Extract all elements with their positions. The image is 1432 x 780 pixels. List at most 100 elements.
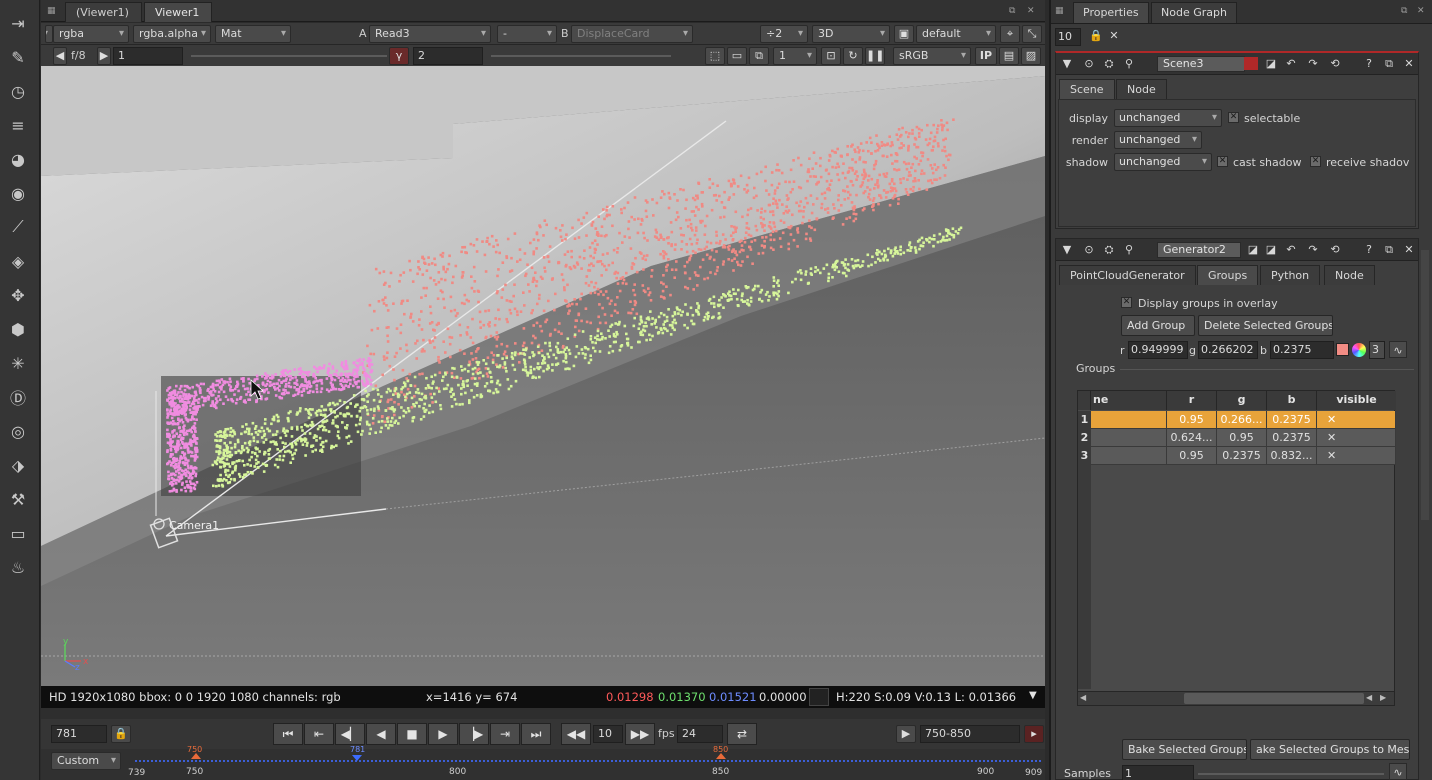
gamma-slider[interactable] (491, 55, 671, 57)
help-icon[interactable]: ? (1360, 241, 1378, 258)
redo-icon[interactable]: ↷ (1304, 55, 1322, 72)
stop-button[interactable]: ■ (397, 723, 427, 745)
wipe-icon[interactable]: ▨ (1021, 47, 1041, 65)
revert-icon[interactable]: ⟲ (1326, 241, 1344, 258)
render-dropdown[interactable]: unchanged (1114, 131, 1202, 149)
deep-icon[interactable]: Ⓓ (7, 386, 29, 408)
playback-mode-button[interactable]: ⇄ (727, 723, 757, 745)
gamma-field[interactable]: 2 (413, 47, 483, 65)
bake-groups-button[interactable]: Bake Selected Groups (1122, 739, 1247, 760)
node-color-swatch[interactable] (1244, 57, 1258, 70)
col-header-g[interactable]: g (1217, 391, 1267, 410)
col-header-name[interactable]: ne (1091, 391, 1167, 410)
scroll-thumb[interactable] (1184, 693, 1364, 704)
roi-icon[interactable]: ⬚ (705, 47, 725, 65)
compare-op-dropdown[interactable]: - (497, 25, 557, 43)
pause-icon[interactable]: ❚❚ (865, 47, 885, 65)
node-gl-color-icon[interactable]: ◪ (1262, 241, 1280, 258)
prev-keyframe-button[interactable]: ⇤ (304, 723, 334, 745)
groups-table[interactable]: ne r g b visible 1 0.95 0.266... 0.2375 … (1077, 390, 1396, 706)
collapse-icon[interactable]: ▼ (1058, 55, 1076, 72)
node-gl-color-icon[interactable]: ◪ (1262, 55, 1280, 72)
prev-frame-button[interactable]: ◀▏ (335, 723, 365, 745)
col-header-visible[interactable]: visible (1317, 391, 1396, 410)
lock-panels-icon[interactable]: 🔒 (1087, 27, 1105, 44)
info-menu-icon[interactable]: ▼ (1029, 690, 1037, 701)
help-bubble-icon[interactable]: ⚲ (1120, 55, 1138, 72)
bake-groups-mesh-button[interactable]: ake Selected Groups to Mes (1250, 739, 1410, 760)
float-pane-icon[interactable]: ⧉ (1401, 6, 1411, 16)
mat-dropdown[interactable]: Mat (215, 25, 291, 43)
channels-dropdown[interactable]: rgba (53, 25, 129, 43)
display-dropdown[interactable]: unchanged (1114, 109, 1222, 127)
pane-menu-icon[interactable]: ▦ (1055, 6, 1065, 16)
clear-panels-icon[interactable]: ✕ (1105, 27, 1123, 44)
receive-shadow-checkbox[interactable]: ✕ (1310, 156, 1321, 167)
next-keyframe-button[interactable]: ⇥ (490, 723, 520, 745)
cell-g[interactable]: 0.95 (1217, 429, 1267, 447)
skip-forward-button[interactable]: ▶▶ (625, 723, 655, 745)
samples-field[interactable]: 1 (1122, 765, 1194, 780)
color-wheel-icon[interactable] (1352, 343, 1366, 357)
particles-icon[interactable]: ✳ (7, 352, 29, 374)
center-node-icon[interactable]: ⊙ (1080, 55, 1098, 72)
max-panels-field[interactable]: 10 (1055, 28, 1081, 46)
viewer-toggle-icon[interactable]: ⇥ (7, 12, 29, 34)
viewer-input-icon[interactable]: ⛭ (1100, 241, 1118, 258)
close-pane-icon[interactable]: ✕ (1417, 6, 1427, 16)
last-frame-button[interactable]: ⏭ (521, 723, 551, 745)
add-group-button[interactable]: Add Group (1121, 315, 1195, 336)
cell-name[interactable] (1091, 411, 1167, 429)
snap-icon[interactable]: ⤡ (1022, 25, 1042, 43)
scene-node-name[interactable]: Scene3 (1157, 56, 1245, 72)
skip-step-field[interactable]: 10 (593, 725, 623, 743)
lut-dropdown[interactable]: sRGB (893, 47, 971, 65)
cell-visible-checkbox[interactable]: ✕ (1317, 447, 1396, 465)
display-groups-checkbox[interactable]: ✕ (1121, 297, 1132, 308)
a-input-dropdown[interactable]: Read3 (369, 25, 491, 43)
tab-python[interactable]: Python (1260, 265, 1321, 285)
col-header-r[interactable]: r (1167, 391, 1217, 410)
merge-icon[interactable]: ◈ (7, 250, 29, 272)
downrez-dropdown[interactable]: ÷2 (760, 25, 808, 43)
scroll-left-icon[interactable]: ◀ (1080, 693, 1086, 702)
shadow-dropdown[interactable]: unchanged (1114, 153, 1212, 171)
input-process-button[interactable]: IP (975, 47, 997, 65)
group-r-field[interactable]: 0.949999 (1128, 341, 1188, 359)
tab-viewer1[interactable]: Viewer1 (144, 2, 212, 22)
fps-field[interactable]: 24 (677, 725, 723, 743)
samples-slider[interactable] (1198, 773, 1384, 775)
close-pane-icon[interactable]: ✕ (1027, 6, 1037, 16)
proxy-dropdown[interactable]: 1 (773, 47, 817, 65)
furnace-icon[interactable]: ♨ (7, 556, 29, 578)
splitter[interactable] (41, 708, 1045, 719)
generator-node-name[interactable]: Generator2 (1157, 242, 1241, 258)
channel-icon[interactable]: ≡ (7, 114, 29, 136)
frame-lock-icon[interactable]: 🔒 (111, 725, 131, 743)
other-icon[interactable]: ▭ (7, 522, 29, 544)
time-icon[interactable]: ◷ (7, 80, 29, 102)
float-panel-icon[interactable]: ⧉ (1380, 55, 1398, 72)
undo-icon[interactable]: ↶ (1282, 241, 1300, 258)
tab-viewer1-inactive[interactable]: (Viewer1) (65, 2, 142, 22)
close-panel-icon[interactable]: ✕ (1400, 241, 1418, 258)
range-set-icon[interactable]: ▸ (1024, 725, 1044, 743)
cell-b[interactable]: 0.2375 (1267, 429, 1317, 447)
tab-pointcloudgenerator[interactable]: PointCloudGenerator (1059, 265, 1196, 285)
selectable-checkbox[interactable]: ✕ (1228, 112, 1239, 123)
col-header-b[interactable]: b (1267, 391, 1317, 410)
range-lock-icon[interactable]: ▶ (896, 725, 916, 743)
group-b-field[interactable]: 0.2375 (1270, 341, 1334, 359)
alpha-dropdown[interactable]: rgba.alpha (133, 25, 211, 43)
next-frame-button[interactable]: ▕▶ (459, 723, 489, 745)
center-node-icon[interactable]: ⊙ (1080, 241, 1098, 258)
cell-b[interactable]: 0.832... (1267, 447, 1317, 465)
toolsets-icon[interactable]: ⚒ (7, 488, 29, 510)
skip-back-button[interactable]: ◀◀ (561, 723, 591, 745)
undo-icon[interactable]: ↶ (1282, 55, 1300, 72)
node-color-icon[interactable]: ◪ (1244, 241, 1262, 258)
cell-visible-checkbox[interactable]: ✕ (1317, 429, 1396, 447)
3d-viewport[interactable]: Camera1 y x z (41, 66, 1045, 686)
refresh-icon[interactable]: ↻ (843, 47, 863, 65)
filter-icon[interactable]: ◉ (7, 182, 29, 204)
